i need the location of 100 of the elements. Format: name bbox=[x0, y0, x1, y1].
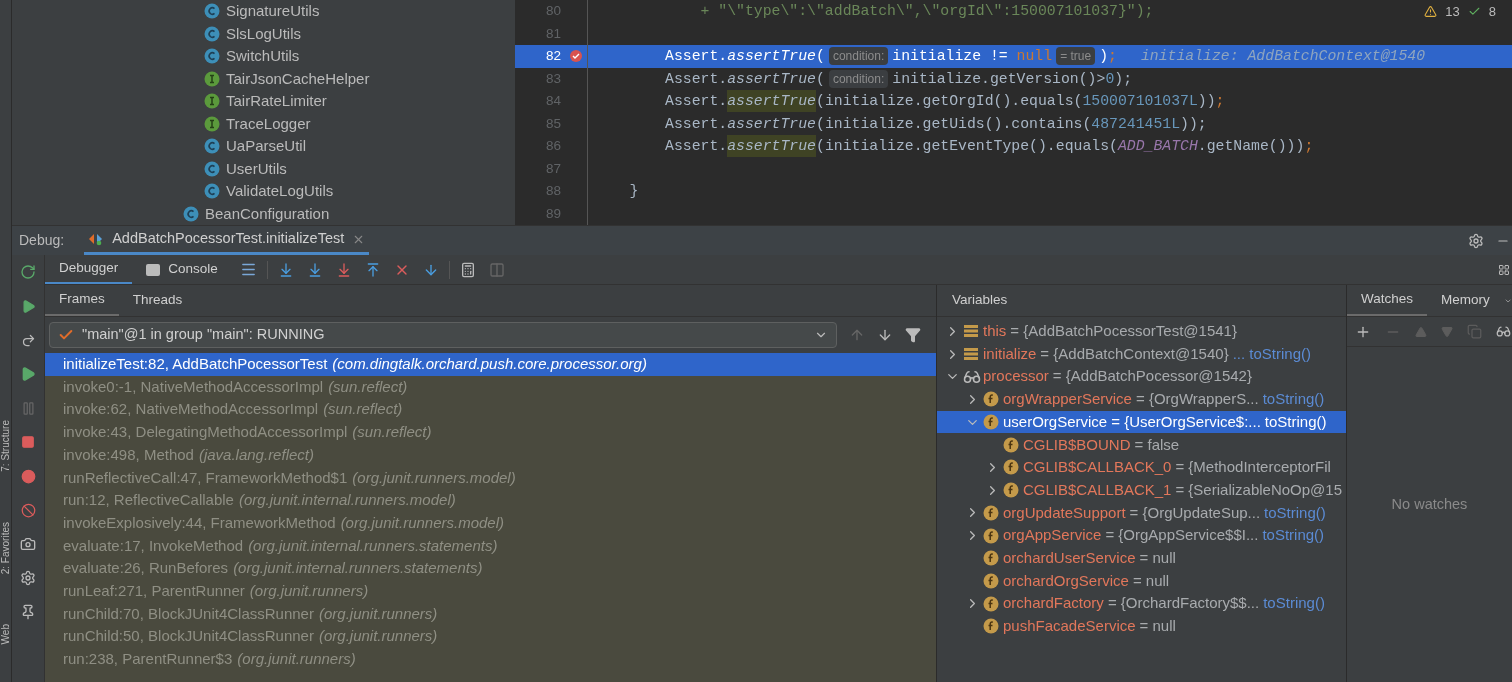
field-icon bbox=[1003, 459, 1019, 476]
tree-item[interactable]: SignatureUtils bbox=[226, 0, 320, 23]
tree-item[interactable]: UserUtils bbox=[226, 157, 287, 180]
variable-value: = null bbox=[1139, 547, 1176, 568]
tree-item[interactable]: TairRateLimiter bbox=[226, 90, 327, 113]
tostring-link[interactable]: ... toString() bbox=[1232, 342, 1311, 366]
code-text: Assert. bbox=[664, 69, 728, 89]
settings-icon[interactable] bbox=[1468, 232, 1484, 249]
tool-window-label[interactable]: 7: Structure bbox=[0, 420, 11, 472]
field-icon bbox=[983, 618, 999, 635]
tree-item[interactable]: SwitchUtils bbox=[226, 45, 300, 68]
variable-value: = null bbox=[1132, 570, 1170, 591]
layout-icon[interactable] bbox=[1498, 263, 1510, 276]
panel-tab[interactable]: Debugger bbox=[45, 255, 133, 284]
code-text: .getName())) bbox=[1197, 137, 1305, 157]
stack-frame[interactable]: invoke:62, NativeMethodAccessorImpl (sun.reflect) bbox=[45, 398, 936, 422]
code-number: 150007101037L bbox=[1082, 92, 1198, 112]
stack-frame[interactable]: invoke:498, Method (java.lang.reflect) bbox=[45, 443, 936, 467]
stack-frame[interactable]: invokeExplosively:44, FrameworkMethod (org.junit.runners.model) bbox=[45, 511, 936, 535]
variable-name: this bbox=[983, 321, 1007, 342]
evaluate-icon[interactable] bbox=[459, 261, 476, 278]
glasses-icon[interactable] bbox=[1496, 324, 1511, 339]
stack-frame[interactable]: run:238, ParentRunner$3 (org.junit.runners) bbox=[45, 647, 936, 671]
stack-icon bbox=[963, 347, 979, 362]
code-text: } bbox=[628, 182, 639, 202]
tostring-link[interactable]: toString() bbox=[1263, 592, 1325, 615]
variable-value: = {AddBatchPocessor@1542} bbox=[1052, 366, 1252, 387]
code-text: )) bbox=[1197, 92, 1216, 112]
class-icon bbox=[204, 25, 220, 42]
parameter-hint: condition: bbox=[828, 47, 889, 66]
panel-title: Variables bbox=[952, 291, 1008, 310]
tostring-link[interactable]: toString() bbox=[1262, 524, 1325, 547]
variable-name: CGLIB$CALLBACK_0 bbox=[1023, 457, 1172, 478]
tree-item[interactable]: UaParseUtil bbox=[226, 135, 307, 158]
code-text: (initialize.getOrgId().equals( bbox=[816, 92, 1083, 112]
variable-name: userOrgService bbox=[1003, 411, 1108, 432]
threads-layout-icon[interactable] bbox=[239, 261, 257, 278]
interface-icon bbox=[204, 115, 220, 132]
session-tab[interactable]: AddBatchPocessorTest.initializeTest bbox=[84, 226, 370, 255]
tree-item[interactable]: BeanConfiguration bbox=[205, 202, 330, 225]
field-icon bbox=[1003, 436, 1019, 453]
stack-frame[interactable]: invoke0:-1, NativeMethodAccessorImpl (sun.reflect) bbox=[45, 375, 936, 399]
line-number: 84 bbox=[545, 92, 561, 111]
stack-frame[interactable]: runReflectiveCall:47, FrameworkMethod$1 (org.junit.runners.model) bbox=[45, 466, 936, 490]
code-text: Assert. bbox=[664, 92, 728, 112]
variable-name: CGLIB$CALLBACK_1 bbox=[1023, 479, 1172, 500]
filter-icon[interactable] bbox=[905, 327, 921, 343]
stack-frame[interactable]: invoke:43, DelegatingMethodAccessorImpl (sun.reflect) bbox=[45, 421, 936, 444]
variable-value: = {OrgUpdateSup... bbox=[1129, 502, 1261, 523]
code-text: assertTrue bbox=[727, 47, 816, 67]
stack-frame[interactable]: run:12, ReflectiveCallable (org.junit.internal.runners.model) bbox=[45, 489, 936, 512]
code-keyword: ; bbox=[1108, 47, 1117, 67]
variable-value: = {UserOrgService$:... bbox=[1111, 411, 1261, 432]
check-count: 8 bbox=[1488, 3, 1496, 21]
code-text: Assert. bbox=[664, 114, 728, 134]
parameter-hint: = true bbox=[1056, 47, 1096, 66]
code-text: ( bbox=[816, 69, 825, 89]
stack-frame[interactable]: runChild:70, BlockJUnit4ClassRunner (org.junit.runners) bbox=[45, 602, 936, 626]
field-icon bbox=[983, 572, 999, 589]
field-icon bbox=[983, 504, 999, 521]
next-frame-icon[interactable] bbox=[877, 327, 893, 343]
tree-item[interactable]: TraceLogger bbox=[226, 112, 311, 135]
variable-name: CGLIB$BOUND bbox=[1023, 434, 1131, 455]
code-number: 0 bbox=[1105, 69, 1115, 89]
interface-icon bbox=[204, 70, 220, 87]
tostring-link[interactable]: toString() bbox=[1264, 501, 1326, 525]
field-icon bbox=[983, 391, 999, 408]
line-number: 80 bbox=[545, 2, 561, 21]
code-keyword: ; bbox=[1304, 137, 1314, 157]
thread-dropdown[interactable]: "main"@1 in group "main": RUNNING bbox=[49, 322, 837, 348]
field-icon bbox=[983, 595, 999, 612]
tool-window-label[interactable]: Web bbox=[0, 623, 11, 645]
class-icon bbox=[204, 160, 220, 177]
code-text: )); bbox=[1180, 114, 1207, 134]
line-number: 89 bbox=[545, 204, 561, 223]
tool-window-label[interactable]: 2: Favorites bbox=[0, 521, 11, 574]
variable-name: pushFacadeService bbox=[1003, 616, 1136, 637]
class-icon bbox=[183, 205, 199, 222]
tree-item[interactable]: TairJsonCacheHelper bbox=[226, 67, 370, 90]
panel-tab[interactable]: Watches bbox=[1347, 285, 1428, 316]
panel-tab[interactable]: Threads bbox=[118, 285, 197, 316]
tree-item[interactable]: ValidateLogUtils bbox=[226, 180, 334, 203]
variable-name: orgUpdateSupport bbox=[1003, 502, 1126, 523]
stack-frame[interactable]: runChild:50, BlockJUnit4ClassRunner (org.junit.runners) bbox=[45, 625, 936, 648]
tree-item[interactable]: SlsLogUtils bbox=[226, 22, 302, 45]
panel-tab[interactable]: Console bbox=[132, 255, 232, 284]
variable-name: initialize bbox=[983, 343, 1037, 364]
variable-value: = {OrgAppService$$I... bbox=[1105, 525, 1259, 546]
variable-name: orchardOrgService bbox=[1003, 570, 1129, 591]
stack-frame[interactable]: evaluate:17, InvokeMethod (org.junit.internal.runners.statements) bbox=[45, 534, 936, 558]
stack-frame[interactable]: evaluate:26, RunBefores (org.junit.internal.runners.statements) bbox=[45, 557, 936, 580]
panel-tab[interactable]: Frames bbox=[45, 285, 119, 316]
panel-tab[interactable]: Memory bbox=[1427, 285, 1504, 316]
stack-icon bbox=[963, 324, 979, 339]
breakpoint-icon[interactable] bbox=[569, 49, 583, 64]
code-text: assertTrue bbox=[727, 69, 816, 89]
tostring-link[interactable]: toString() bbox=[1262, 388, 1325, 411]
code-keyword: null bbox=[1016, 47, 1053, 67]
tostring-link[interactable]: toString() bbox=[1264, 410, 1327, 434]
stack-frame[interactable]: initializeTest:82, AddBatchPocessorTest (com.dingtalk.orchard.push.core.processor.org) bbox=[45, 353, 936, 376]
